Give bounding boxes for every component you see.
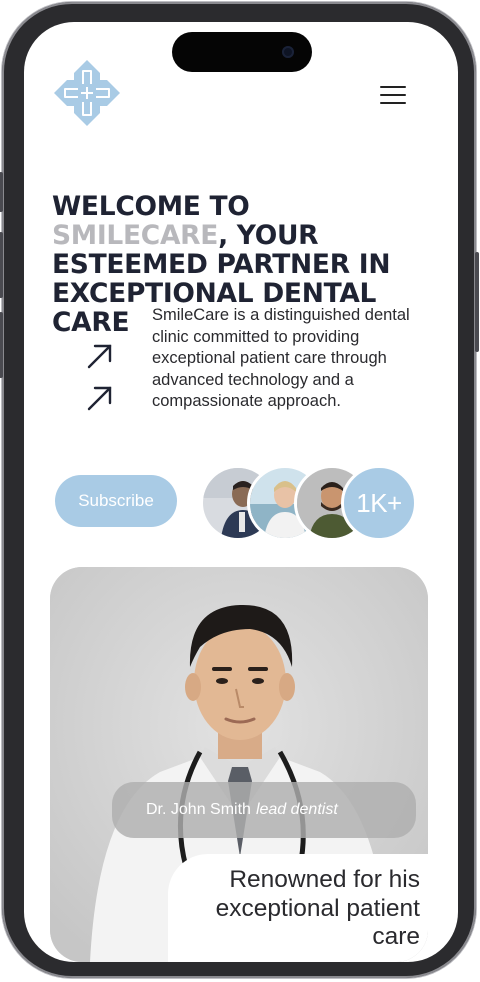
plus-cross-logo-icon[interactable] [52, 58, 122, 128]
doctor-name-chip: Dr. John Smith lead dentist [112, 782, 416, 838]
phone-frame: WELCOME TO SMILECARE, YOUR ESTEEMED PART… [0, 2, 479, 978]
arrow-group [86, 344, 116, 412]
doctor-photo-card: Dr. John Smith lead dentist Renowned for… [50, 567, 428, 962]
subscribe-button[interactable]: Subscribe [55, 475, 177, 527]
patient-avatars: 1K+ [200, 465, 420, 541]
action-button [0, 172, 3, 212]
doctor-role: lead dentist [255, 801, 338, 818]
doctor-name: Dr. John Smith [146, 801, 251, 818]
power-button [475, 252, 479, 352]
dynamic-island [172, 32, 312, 72]
headline-prefix: WELCOME TO [52, 191, 250, 222]
headline-brand: SMILECARE [52, 220, 219, 251]
screen: WELCOME TO SMILECARE, YOUR ESTEEMED PART… [24, 22, 458, 962]
volume-up-button [0, 232, 3, 298]
arrow-up-right-icon [87, 386, 112, 411]
arrow-up-right-icon [87, 344, 112, 369]
subscriber-count-badge: 1K+ [341, 465, 417, 541]
tagline-box: Renowned for his exceptional patient car… [168, 854, 428, 962]
volume-down-button [0, 312, 3, 378]
hero-description: SmileCare is a distinguished dental clin… [152, 306, 410, 410]
hamburger-menu-icon[interactable] [380, 84, 406, 106]
doctor-tagline: Renowned for his exceptional patient car… [215, 866, 420, 950]
